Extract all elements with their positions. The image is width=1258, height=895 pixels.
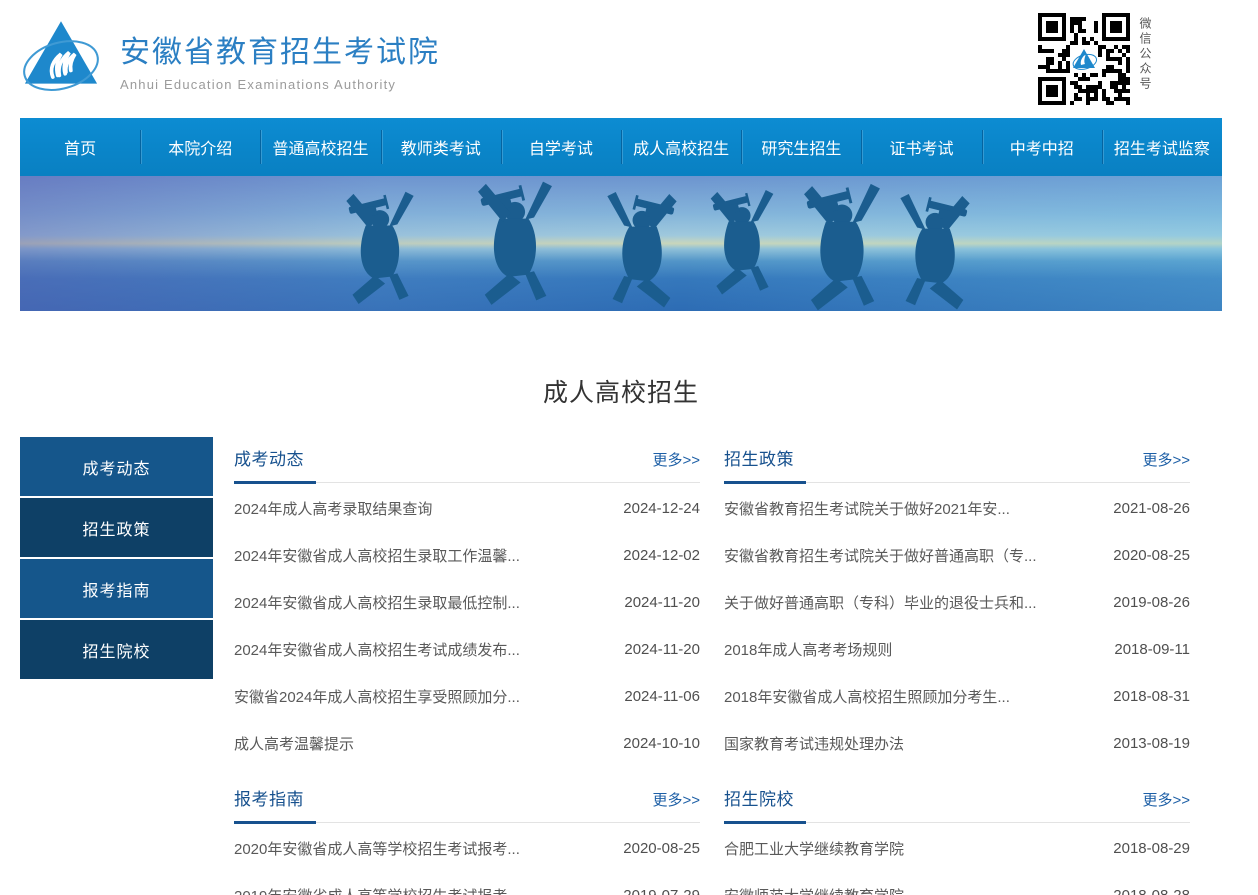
nav-item-7[interactable]: 研究生招生: [741, 118, 861, 176]
news-title-link[interactable]: 国家教育考试违规处理办法: [724, 733, 1113, 754]
nav-item-8[interactable]: 证书考试: [861, 118, 981, 176]
news-row[interactable]: 国家教育考试违规处理办法2013-08-19: [724, 720, 1190, 767]
news-title-link[interactable]: 关于做好普通高职（专科）毕业的退役士兵和...: [724, 592, 1113, 613]
section-4: 招生院校更多>>合肥工业大学继续教育学院2018-08-29安徽师范大学继续教育…: [724, 777, 1190, 895]
news-row[interactable]: 2018年成人高考考场规则2018-09-11: [724, 626, 1190, 673]
section-title: 成考动态: [234, 445, 304, 470]
news-date: 2024-10-10: [623, 735, 700, 752]
section-header: 招生院校 更多>>: [724, 777, 1190, 823]
news-row[interactable]: 2019年安徽省成人高等学校招生考试报考...2019-07-29: [234, 872, 700, 895]
news-date: 2021-08-26: [1113, 500, 1190, 517]
site-header: 安徽省教育招生考试院 Anhui Education Examinations …: [0, 0, 1258, 118]
sidebar: 成考动态招生政策报考指南招生院校: [20, 437, 213, 679]
news-title-link[interactable]: 成人高考温馨提示: [234, 733, 623, 754]
news-date: 2019-08-26: [1113, 594, 1190, 611]
nav-item-5[interactable]: 自学考试: [501, 118, 621, 176]
news-sections: 成考动态更多>>2024年成人高考录取结果查询2024-12-242024年安徽…: [234, 437, 1222, 895]
section-2: 招生政策 更多>> 安徽省教育招生考试院关于做好2021年安...2021-08-2…: [724, 437, 1190, 767]
nav-item-6[interactable]: 成人高校招生: [621, 118, 741, 176]
news-title-link[interactable]: 2024年成人高考录取结果查询: [234, 498, 623, 519]
news-date: 2018-08-28: [1113, 887, 1190, 895]
wechat-qr-code: [1038, 13, 1130, 108]
news-title-link[interactable]: 2024年安徽省成人高校招生录取最低控制...: [234, 592, 624, 613]
site-title: 安徽省教育招生考试院: [120, 27, 440, 71]
nav-item-3[interactable]: 普通高校招生: [260, 118, 380, 176]
news-date: 2019-07-29: [623, 887, 700, 895]
nav-item-1[interactable]: 首页: [20, 118, 140, 176]
more-link[interactable]: 更多>>: [652, 449, 700, 470]
page: 安徽省教育招生考试院 Anhui Education Examinations …: [0, 0, 1258, 895]
wechat-qr-label: 微信公众号: [1137, 13, 1154, 92]
news-date: 2018-08-29: [1113, 840, 1190, 857]
news-title-link[interactable]: 安徽省教育招生考试院关于做好2021年安...: [724, 498, 1113, 519]
news-date: 2013-08-19: [1113, 735, 1190, 752]
news-title-link[interactable]: 安徽省教育招生考试院关于做好普通高职（专...: [724, 545, 1113, 566]
news-list: 2020年安徽省成人高等学校招生考试报考...2020-08-252019年安徽…: [234, 825, 700, 895]
more-link[interactable]: 更多>>: [652, 789, 700, 810]
site-subtitle: Anhui Education Examinations Authority: [120, 77, 440, 92]
news-row[interactable]: 2018年安徽省成人高校招生照顾加分考生...2018-08-31: [724, 673, 1190, 720]
banner-image: [20, 176, 1222, 311]
news-row[interactable]: 关于做好普通高职（专科）毕业的退役士兵和...2019-08-26: [724, 579, 1190, 626]
news-list: 合肥工业大学继续教育学院2018-08-29安徽师范大学继续教育学院2018-0…: [724, 825, 1190, 895]
news-title-link[interactable]: 安徽师范大学继续教育学院: [724, 885, 1113, 895]
news-title-link[interactable]: 合肥工业大学继续教育学院: [724, 838, 1113, 859]
news-title-link[interactable]: 2024年安徽省成人高校招生考试成绩发布...: [234, 639, 624, 660]
news-date: 2020-08-25: [1113, 547, 1190, 564]
sidebar-item-1[interactable]: 成考动态: [20, 437, 213, 496]
section-title: 招生政策: [724, 445, 794, 470]
wechat-qr-block: 微信公众号: [1038, 11, 1222, 108]
news-title-link[interactable]: 2024年安徽省成人高校招生录取工作温馨...: [234, 545, 623, 566]
news-title-link[interactable]: 2018年成人高考考场规则: [724, 639, 1114, 660]
section-header: 招生政策 更多>>: [724, 437, 1190, 483]
site-logo-icon: [20, 18, 102, 100]
section-title: 报考指南: [234, 785, 304, 810]
main-nav: 首页本院介绍普通高校招生教师类考试自学考试成人高校招生研究生招生证书考试中考中招…: [20, 118, 1222, 176]
news-date: 2024-12-24: [623, 500, 700, 517]
news-date: 2024-12-02: [623, 547, 700, 564]
news-date: 2018-09-11: [1114, 641, 1190, 658]
news-row[interactable]: 安徽省2024年成人高校招生享受照顾加分...2024-11-06: [234, 673, 700, 720]
news-row[interactable]: 安徽省教育招生考试院关于做好普通高职（专...2020-08-25: [724, 532, 1190, 579]
news-date: 2024-11-20: [624, 641, 700, 658]
news-row[interactable]: 2024年安徽省成人高校招生录取工作温馨...2024-12-02: [234, 532, 700, 579]
news-row[interactable]: 2020年安徽省成人高等学校招生考试报考...2020-08-25: [234, 825, 700, 872]
news-title-link[interactable]: 安徽省2024年成人高校招生享受照顾加分...: [234, 686, 624, 707]
more-link[interactable]: 更多>>: [1142, 789, 1190, 810]
nav-item-9[interactable]: 中考中招: [982, 118, 1102, 176]
content: 成考动态招生政策报考指南招生院校 成考动态更多>>2024年成人高考录取结果查询…: [20, 437, 1222, 895]
news-row[interactable]: 安徽师范大学继续教育学院2018-08-28: [724, 872, 1190, 895]
news-list: 安徽省教育招生考试院关于做好2021年安...2021-08-26安徽省教育招生…: [724, 485, 1190, 767]
section-header: 成考动态 更多>>: [234, 437, 700, 483]
sidebar-item-3[interactable]: 报考指南: [20, 559, 213, 618]
sidebar-item-2[interactable]: 招生政策: [20, 498, 213, 557]
news-date: 2024-11-06: [624, 688, 700, 705]
news-title-link[interactable]: 2020年安徽省成人高等学校招生考试报考...: [234, 838, 623, 859]
news-date: 2018-08-31: [1113, 688, 1190, 705]
nav-item-10[interactable]: 招生考试监察: [1102, 118, 1222, 176]
brand-text: 安徽省教育招生考试院 Anhui Education Examinations …: [120, 27, 440, 92]
news-row[interactable]: 成人高考温馨提示2024-10-10: [234, 720, 700, 767]
section-title: 招生院校: [724, 785, 794, 810]
section-1: 成考动态更多>>2024年成人高考录取结果查询2024-12-242024年安徽…: [234, 437, 700, 767]
graduates-silhouette-icon: [20, 176, 1222, 311]
news-row[interactable]: 2024年安徽省成人高校招生考试成绩发布...2024-11-20: [234, 626, 700, 673]
page-title: 成人高校招生: [20, 373, 1222, 409]
section-header: 报考指南 更多>>: [234, 777, 700, 823]
news-date: 2024-11-20: [624, 594, 700, 611]
news-date: 2020-08-25: [623, 840, 700, 857]
brand[interactable]: 安徽省教育招生考试院 Anhui Education Examinations …: [20, 18, 440, 100]
nav-item-4[interactable]: 教师类考试: [381, 118, 501, 176]
news-list: 2024年成人高考录取结果查询2024-12-242024年安徽省成人高校招生录…: [234, 485, 700, 767]
news-title-link[interactable]: 2018年安徽省成人高校招生照顾加分考生...: [724, 686, 1113, 707]
news-row[interactable]: 合肥工业大学继续教育学院2018-08-29: [724, 825, 1190, 872]
news-row[interactable]: 2024年成人高考录取结果查询2024-12-24: [234, 485, 700, 532]
section-3: 报考指南 更多>> 2020年安徽省成人高等学校招生考试报考...2020-08-2…: [234, 777, 700, 895]
news-title-link[interactable]: 2019年安徽省成人高等学校招生考试报考...: [234, 885, 623, 895]
news-row[interactable]: 安徽省教育招生考试院关于做好2021年安...2021-08-26: [724, 485, 1190, 532]
news-row[interactable]: 2024年安徽省成人高校招生录取最低控制...2024-11-20: [234, 579, 700, 626]
sidebar-item-4[interactable]: 招生院校: [20, 620, 213, 679]
nav-item-2[interactable]: 本院介绍: [140, 118, 260, 176]
more-link[interactable]: 更多>>: [1142, 449, 1190, 470]
